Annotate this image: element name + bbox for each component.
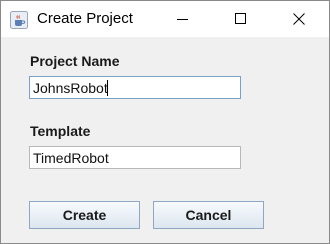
window-title: Create Project xyxy=(37,10,133,27)
project-name-label: Project Name xyxy=(30,53,120,69)
template-input[interactable] xyxy=(29,146,241,169)
project-name-input[interactable] xyxy=(29,76,241,99)
minimize-button[interactable] xyxy=(154,1,212,37)
text-caret xyxy=(107,80,108,96)
title-bar[interactable]: Create Project xyxy=(1,1,329,37)
cancel-button[interactable]: Cancel xyxy=(153,201,264,229)
maximize-button[interactable] xyxy=(212,1,270,37)
template-label: Template xyxy=(30,123,91,139)
create-button[interactable]: Create xyxy=(29,201,140,229)
close-button[interactable] xyxy=(270,1,328,37)
minimize-icon xyxy=(177,19,188,20)
java-coffee-cup-icon xyxy=(10,11,28,29)
create-project-dialog: Create Project Project Name Template Cre… xyxy=(0,0,330,244)
close-icon xyxy=(293,13,305,25)
maximize-icon xyxy=(235,13,246,24)
